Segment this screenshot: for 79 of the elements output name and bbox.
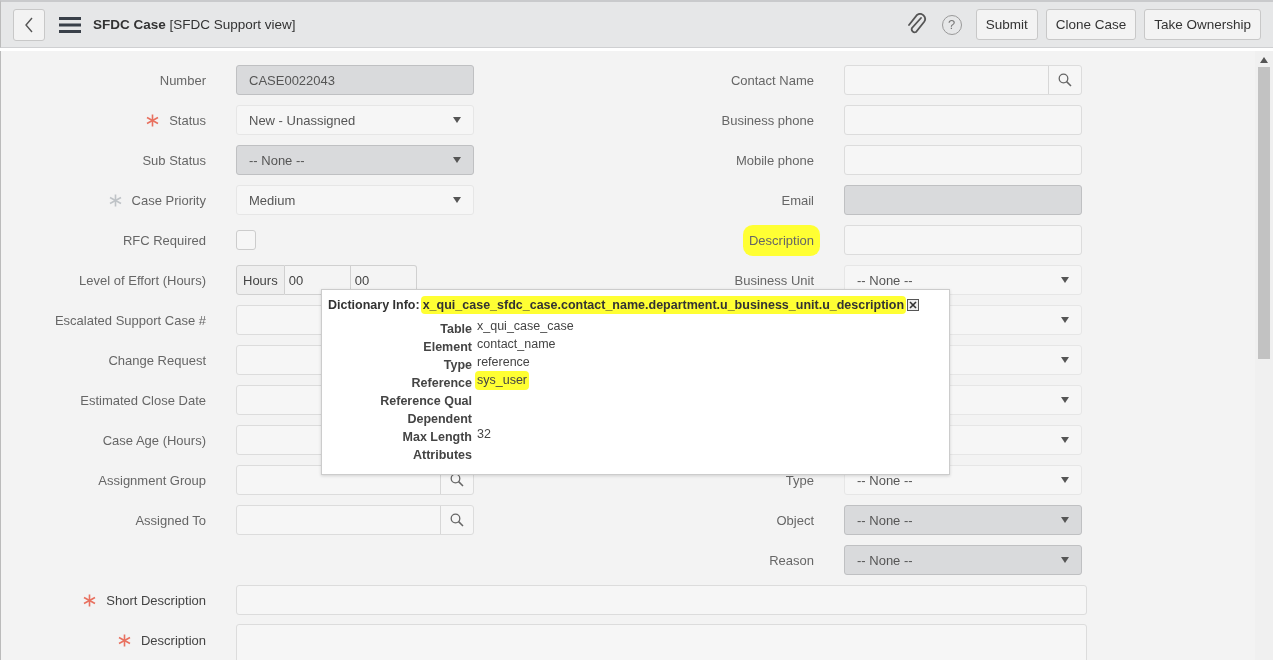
close-icon[interactable] <box>907 299 920 311</box>
field-label: Business phone <box>721 111 814 130</box>
field-label: Short Description <box>106 591 206 610</box>
info-label: Element <box>422 340 472 355</box>
field-label: Case Age (Hours) <box>102 431 206 450</box>
text-area[interactable] <box>236 624 1087 660</box>
scroll-up-icon[interactable] <box>1260 57 1268 63</box>
dropdown[interactable]: Medium <box>236 185 474 215</box>
dropdown[interactable]: -- None -- <box>236 145 474 175</box>
scrollbar[interactable] <box>1255 51 1273 660</box>
popup-title: Dictionary Info: <box>328 298 420 312</box>
dropdown[interactable]: New - Unassigned <box>236 105 474 135</box>
caret-icon <box>1061 517 1069 523</box>
caret-icon <box>1061 357 1069 363</box>
field-label: Contact Name <box>730 71 814 90</box>
text-field[interactable] <box>844 185 1082 215</box>
caret-icon <box>1061 397 1069 403</box>
caret-icon <box>453 157 461 163</box>
field-label: Email <box>781 191 814 210</box>
text-field[interactable]: CASE0022043 <box>236 65 474 95</box>
info-value: sys_user <box>477 373 528 388</box>
dropdown[interactable]: -- None -- <box>844 265 1082 295</box>
search-icon <box>450 473 464 487</box>
back-button[interactable] <box>13 8 45 41</box>
info-label: Type <box>442 358 472 373</box>
caret-icon <box>1061 437 1069 443</box>
scroll-thumb[interactable] <box>1258 67 1270 359</box>
info-label: Reference <box>410 376 472 391</box>
field-label: RFC Required <box>122 231 206 250</box>
field-label: Description <box>140 631 206 650</box>
menu-icon[interactable] <box>59 16 81 33</box>
field-label: Type <box>785 471 814 490</box>
search-icon <box>1058 73 1072 87</box>
caret-icon <box>1061 317 1069 323</box>
field-label: Number <box>159 71 206 90</box>
dropdown[interactable]: -- None -- <box>844 545 1082 575</box>
field-label: Case Priority <box>131 191 206 210</box>
field-label: Estimated Close Date <box>80 391 206 410</box>
info-label: Max Length <box>401 430 472 445</box>
dropdown[interactable]: -- None -- <box>844 505 1082 535</box>
field-label: Status <box>169 111 206 130</box>
checkbox[interactable] <box>236 230 256 250</box>
field-label: Sub Status <box>142 151 206 170</box>
text-field[interactable] <box>844 105 1082 135</box>
header-button[interactable]: Clone Case <box>1045 9 1137 40</box>
field-label: Business Unit <box>734 271 814 290</box>
info-label: Dependent <box>406 412 472 427</box>
text-field[interactable] <box>844 225 1082 255</box>
field-label: Escalated Support Case # <box>54 311 206 330</box>
header-button[interactable]: Submit <box>975 9 1038 40</box>
info-value: 32 <box>477 427 491 442</box>
caret-icon <box>1061 477 1069 483</box>
chevron-left-icon <box>24 16 34 33</box>
caret-icon <box>1061 557 1069 563</box>
info-label: Attributes <box>411 448 472 463</box>
info-label: Reference Qual <box>379 394 472 409</box>
info-value: reference <box>477 355 530 370</box>
caret-icon <box>1061 277 1069 283</box>
field-label: Assignment Group <box>98 471 206 490</box>
lookup-field[interactable] <box>844 65 1082 95</box>
field-label: Level of Effort (Hours) <box>79 271 206 290</box>
field-label: Assigned To <box>135 511 206 530</box>
field-path: x_qui_case_sfdc_case.contact_name.department.u_business_unit.u_description <box>422 298 905 312</box>
info-label: Table <box>439 322 472 337</box>
field-label: Mobile phone <box>735 151 814 170</box>
text-field[interactable] <box>844 145 1082 175</box>
header-button[interactable]: Take Ownership <box>1144 9 1261 40</box>
text-field[interactable] <box>236 585 1087 615</box>
info-value: contact_name <box>477 337 556 352</box>
form-title: SFDC Case [SFDC Support view] <box>93 17 296 32</box>
info-value: x_qui_case_case <box>477 319 574 334</box>
search-icon <box>450 513 464 527</box>
caret-icon <box>453 117 461 123</box>
unit-label: Hours <box>236 265 285 295</box>
field-label: Change Request <box>108 351 206 370</box>
field-label: Reason <box>769 551 814 570</box>
caret-icon <box>453 197 461 203</box>
lookup-field[interactable] <box>236 505 474 535</box>
field-label: Object <box>776 511 814 530</box>
